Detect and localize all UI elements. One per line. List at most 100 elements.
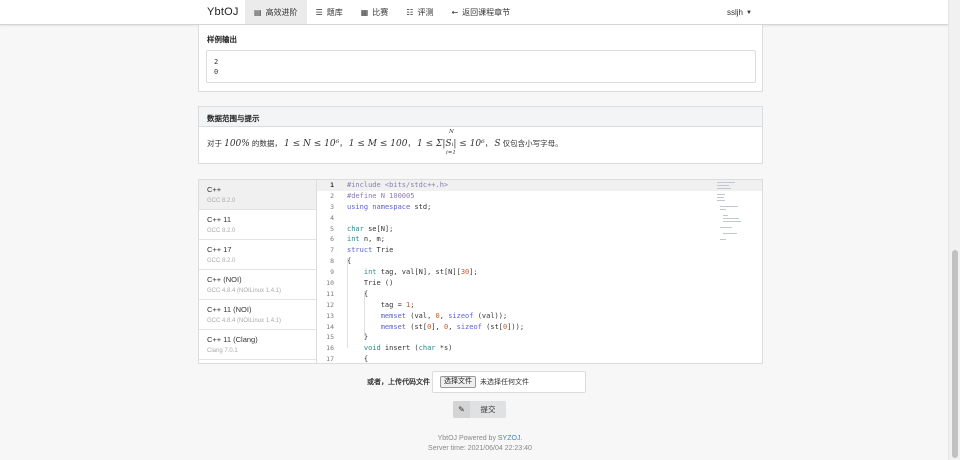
code-line[interactable]: 3 using namespace std; [317,202,762,213]
code-text: { [347,355,369,364]
tasks-icon: ☷ [406,7,414,17]
choose-file-button[interactable]: 选择文件 [440,376,476,388]
file-status: 未选择任何文件 [480,379,529,386]
nav-item-4[interactable]: ← 返回课程章节 [442,0,519,24]
language-name: C++ 17 [207,245,232,254]
language-item[interactable]: C++ GCC 8.2.0 [199,180,316,210]
line-number: 6 [330,235,334,244]
code-line[interactable]: 2 #define N 100005 [317,191,762,202]
nav-item-label: 评测 [417,7,434,17]
code-line[interactable]: 13 memset (val, 0, sizeof (val)); [317,311,762,322]
code-text: Trie () [347,279,394,288]
code-line[interactable]: 6 int n, m; [317,234,762,245]
math-percent: 100% [224,139,250,149]
code-text: tag = 1; [347,300,415,309]
sum-upper-limit: N [449,129,454,135]
dropdown-icon: ▼ [746,9,752,16]
code-line[interactable]: 4 [317,213,762,224]
language-item[interactable]: C++ 11 (NOI) GCC 4.8.4 (NOILinux 1.4.1) [199,300,316,330]
math-cond-n: 1 ≤ N ≤ 10⁶ [284,139,340,149]
code-line[interactable]: 16 void insert (char *s) [317,343,762,354]
hints-content: 对于 100% 的数据， 1 ≤ N ≤ 10⁶， 1 ≤ M ≤ 100， N… [207,129,563,156]
submit-button[interactable]: ✎ 提交 [453,401,506,418]
line-number: 16 [326,344,334,353]
math-sum: N i=1 1 ≤ Σ|Sᵢ| ≤ 10⁶ [417,129,485,156]
user-menu[interactable]: ssljh ▼ [727,0,752,25]
line-number: 3 [330,202,334,211]
code-line[interactable]: 10 Trie () [317,278,762,289]
language-item[interactable]: C++ 11 (Clang) Clang 7.0.1 [199,330,316,360]
language-name: C++ (NOI) [207,275,242,284]
code-line[interactable]: 11 { [317,289,762,300]
language-version: GCC 4.8.4 (NOILinux 1.4.1) [207,288,282,294]
math-cond-s: 1 ≤ Σ|Sᵢ| ≤ 10⁶ [417,139,485,149]
upload-label: 或者，上传代码文件 [367,379,430,386]
code-line[interactable]: 12 tag = 1; [317,300,762,311]
indent-guide [364,291,365,336]
language-item[interactable]: C++ (NOI) GCC 4.8.4 (NOILinux 1.4.1) [199,270,316,300]
nav-item-label: 比赛 [372,7,389,17]
username: ssljh [727,8,744,17]
book-icon: ▤ [254,7,262,17]
brand-logo[interactable]: YbtOJ [207,0,245,24]
nav-item-label: 高效进阶 [265,7,298,17]
arrow-left-icon: ← [451,7,459,17]
page-scrollbar[interactable] [948,0,960,460]
line-number: 12 [326,300,334,309]
nav-item-3[interactable]: ☷ 评测 [397,0,442,24]
language-item[interactable]: C++ 17 GCC 8.2.0 [199,240,316,270]
code-line[interactable]: 5 char se[N]; [317,224,762,235]
line-number: 5 [330,224,334,233]
code-line[interactable]: 15 } [317,332,762,343]
code-line[interactable]: 1 #include <bits/stdc++.h> [317,180,762,191]
code-text: int n, m; [347,235,385,244]
top-navbar: YbtOJ ▤ 高效进阶 ☰ 题库 ▦ 比赛 ☷ 评测 ← 返回课程章节 ssljh ▼ [0,0,948,25]
sample-output-content: 2 0 [206,50,756,83]
line-number: 14 [326,322,334,331]
code-line[interactable]: 7 struct Trie [317,245,762,256]
math-cond-m: 1 ≤ M ≤ 100 [348,139,408,149]
indent-guide [347,258,348,348]
line-number: 17 [326,355,334,364]
code-line[interactable]: 17 { [317,354,762,364]
file-upload-field: 选择文件 未选择任何文件 [432,371,586,393]
calendar-icon: ▦ [360,7,369,17]
nav-item-label: 返回课程章节 [462,7,511,17]
hints-section: 数据范围与提示 对于 100% 的数据， 1 ≤ N ≤ 10⁶， 1 ≤ M … [198,106,763,164]
language-list: C++ GCC 8.2.0 C++ 11 GCC 8.2.0 C++ 17 GCC 8.2… [199,180,317,363]
line-number: 11 [326,289,334,298]
nav-item-2[interactable]: ▦ 比赛 [352,0,398,24]
line-number: 7 [330,246,334,255]
edit-icon: ✎ [453,401,470,418]
language-item[interactable]: C++ 11 GCC 8.2.0 [199,210,316,240]
list-icon: ☰ [315,7,323,17]
hints-title: 数据范围与提示 [199,107,762,127]
code-text: int tag, val[N], st[N][30]; [363,268,478,277]
code-text: #define N 100005 [347,191,415,200]
code-line[interactable]: 14 memset (st[0], 0, sizeof (st[0])); [317,322,762,333]
line-number: 10 [326,279,334,288]
footer-powered: YbtOJ Powered by SYZOJ. [437,435,523,442]
language-name: C++ [207,185,222,194]
nav-item-1[interactable]: ☰ 题库 [307,0,352,24]
line-number: 4 [330,213,334,222]
submit-label: 提交 [480,405,496,414]
nav-item-0[interactable]: ▤ 高效进阶 [245,0,307,24]
code-line[interactable]: 9 int tag, val[N], st[N][30]; [317,267,762,278]
line-number: 13 [326,311,334,320]
code-minimap[interactable] [717,182,747,242]
syzoj-link[interactable]: SYZOJ [498,435,521,442]
sample-output-title: 样例输出 [207,35,237,44]
language-version: GCC 8.2.0 [207,258,236,264]
nav-item-label: 题库 [326,7,343,17]
scrollbar-thumb[interactable] [952,250,958,458]
language-version: Clang 7.0.1 [207,348,238,354]
code-editor[interactable]: 1 #include <bits/stdc++.h> 2 #define N 1000… [317,180,762,364]
language-name: C++ 11 [207,215,232,224]
line-number: 8 [330,257,334,266]
code-text: memset (st[0], 0, sizeof (st[0])); [380,322,525,331]
language-version: GCC 8.2.0 [207,228,236,234]
language-version: GCC 4.8.4 (NOILinux 1.4.1) [207,318,282,324]
server-time: Server time: 2021/06/04 22:23:40 [428,445,532,452]
code-line[interactable]: 8{ [317,256,762,267]
